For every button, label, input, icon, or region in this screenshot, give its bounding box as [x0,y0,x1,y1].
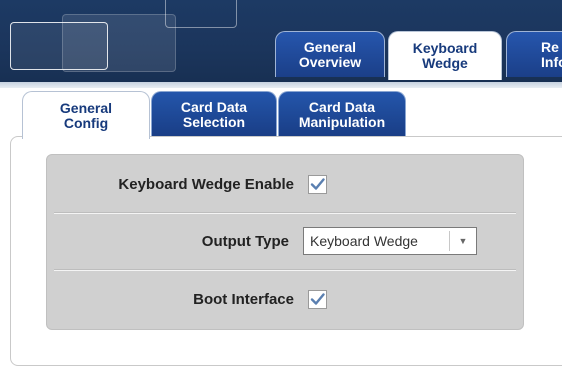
tab-label: ReInfor [541,38,562,70]
tab-label: Card Data Selection [180,98,248,130]
tab-label: General Config [59,99,113,131]
tab-reader-information[interactable]: ReInfor [506,31,562,77]
tab-keyboard-wedge[interactable]: Keyboard Wedge [388,31,502,80]
keyboard-wedge-enable-checkbox[interactable] [308,174,327,194]
keyboard-wedge-enable-label: Keyboard Wedge Enable [118,175,294,193]
checkmark-icon [310,177,325,190]
settings-panel: Keyboard Wedge Enable Output Type Keyboa… [46,154,524,330]
tab-label: Card Data Manipulation [298,98,386,130]
tab-card-data-selection[interactable]: Card Data Selection [151,91,277,137]
boot-interface-label: Boot Interface [193,290,294,308]
setting-row-output-type: Output Type Keyboard Wedge ▼ [47,213,523,269]
header-banner: GeneralOverview KeyboardWedge ReInfor [0,0,562,82]
banner-decoration [10,22,108,70]
tab-general-overview[interactable]: General Overview [275,31,385,77]
setting-row-boot-interface: Boot Interface [47,269,523,329]
output-type-value: Keyboard Wedge [310,233,418,249]
checkmark-icon [310,292,325,305]
banner-decoration [165,0,237,28]
output-type-label: Output Type [201,232,289,250]
tab-label: Keyboard Wedge [412,40,478,71]
tab-card-data-manipulation[interactable]: Card Data Manipulation [278,91,406,137]
tab-general-config[interactable]: General Config [22,91,150,139]
tab-label: General Overview [298,38,362,70]
boot-interface-checkbox[interactable] [308,289,327,309]
tab-strip [0,82,562,88]
chevron-down-icon[interactable]: ▼ [450,236,476,246]
output-type-select[interactable]: Keyboard Wedge ▼ [303,227,477,255]
setting-row-keyboard-wedge-enable: Keyboard Wedge Enable [47,155,523,213]
